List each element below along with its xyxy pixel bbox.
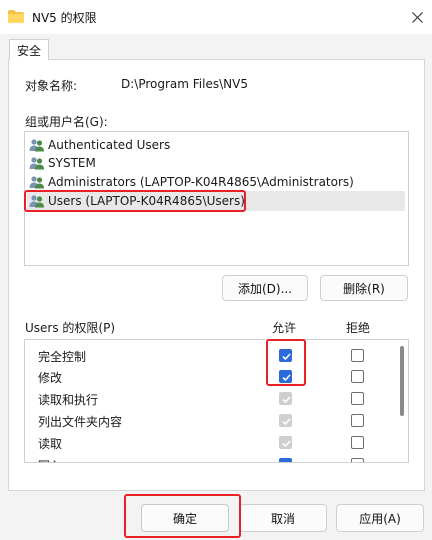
allow-checkbox[interactable] — [279, 436, 292, 449]
permission-name: 读取 — [38, 437, 63, 451]
users-icon — [29, 139, 44, 152]
add-button[interactable]: 添加(D)... — [222, 275, 308, 301]
allow-column-header: 允许 — [272, 321, 297, 335]
permission-name: 完全控制 — [38, 350, 87, 364]
deny-checkbox[interactable] — [351, 349, 364, 362]
table-row: 读取和执行 — [25, 388, 395, 410]
deny-checkbox[interactable] — [351, 414, 364, 427]
deny-column-header: 拒绝 — [346, 321, 371, 335]
close-icon — [411, 11, 423, 23]
deny-checkbox[interactable] — [351, 370, 364, 383]
deny-checkbox[interactable] — [351, 458, 364, 462]
tab-security[interactable]: 安全 — [9, 39, 49, 60]
highlight-box — [24, 190, 246, 212]
group-list-label: 组或用户名(G): — [25, 115, 108, 129]
users-icon — [29, 157, 44, 170]
permission-name: 写入 — [38, 457, 62, 462]
user-name: Administrators (LAPTOP-K04R4865\Administ… — [48, 175, 354, 189]
user-name: SYSTEM — [48, 156, 96, 170]
scrollbar[interactable] — [400, 346, 404, 416]
remove-button[interactable]: 删除(R) — [320, 275, 408, 301]
table-row: 列出文件夹内容 — [25, 410, 395, 432]
object-name-label: 对象名称: — [25, 79, 78, 93]
permissions-label: Users 的权限(P) — [25, 321, 116, 335]
folder-icon — [8, 10, 24, 23]
close-button[interactable] — [404, 4, 430, 30]
deny-checkbox[interactable] — [351, 436, 364, 449]
permission-list[interactable]: 完全控制 修改 读取和执行 列出文件夹内容 读取 写入 — [24, 339, 409, 463]
list-item[interactable]: SYSTEM — [27, 153, 405, 173]
check-icon — [282, 396, 291, 404]
table-row: 读取 — [25, 432, 395, 454]
cancel-button[interactable]: 取消 — [239, 504, 327, 532]
permission-name: 修改 — [38, 371, 63, 385]
allow-checkbox[interactable] — [279, 392, 292, 405]
highlight-box — [124, 494, 241, 538]
user-name: Authenticated Users — [48, 138, 171, 152]
check-icon — [282, 418, 291, 426]
object-name-value: D:\Program Files\NV5 — [121, 77, 248, 91]
allow-checkbox[interactable] — [279, 458, 292, 462]
users-icon — [29, 176, 44, 189]
highlight-box — [266, 339, 306, 386]
allow-checkbox[interactable] — [279, 414, 292, 427]
apply-button[interactable]: 应用(A) — [336, 504, 424, 532]
list-item[interactable]: Administrators (LAPTOP-K04R4865\Administ… — [27, 172, 405, 192]
permission-name: 列出文件夹内容 — [38, 415, 123, 429]
list-item[interactable]: Authenticated Users — [27, 135, 405, 155]
permission-name: 读取和执行 — [38, 393, 99, 407]
table-row: 修改 — [25, 366, 395, 388]
deny-checkbox[interactable] — [351, 392, 364, 405]
window-title: NV5 的权限 — [32, 11, 97, 25]
table-row: 写入 — [25, 454, 395, 462]
table-row: 完全控制 — [25, 345, 395, 367]
check-icon — [282, 440, 291, 448]
